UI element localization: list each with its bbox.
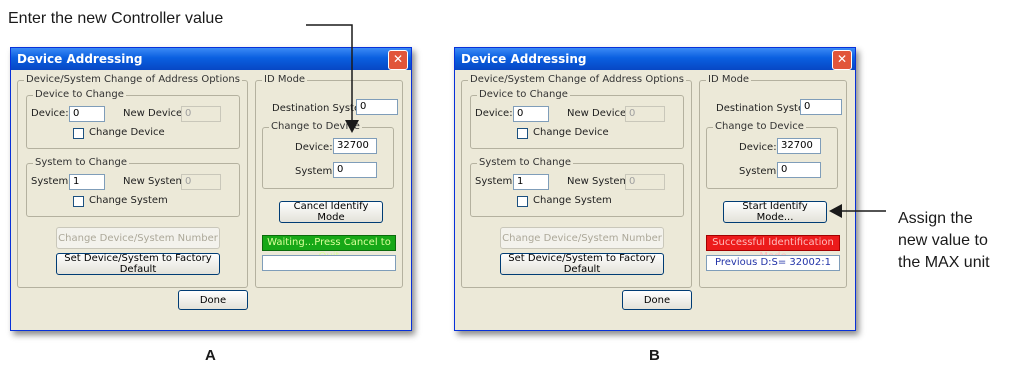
callout-arrows xyxy=(306,24,886,218)
top-callout-arrowhead xyxy=(345,120,359,133)
top-callout-line xyxy=(306,24,353,122)
side-callout-arrowhead xyxy=(829,204,842,218)
